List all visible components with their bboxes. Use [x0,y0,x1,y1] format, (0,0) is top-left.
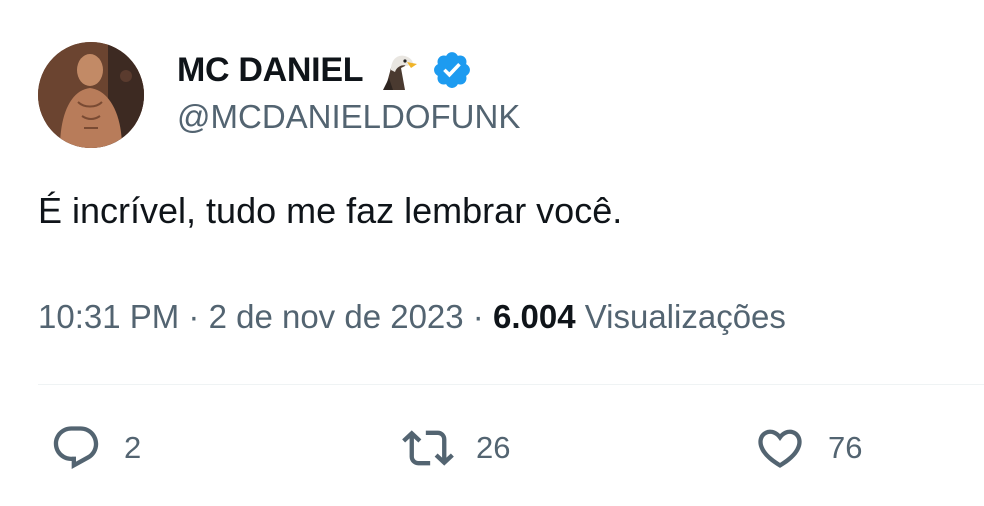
author-handle[interactable]: @MCDANIELDOFUNK [177,98,520,136]
reply-count: 2 [124,430,142,465]
author-display-name[interactable]: MC DANIEL [177,51,363,90]
verified-badge-icon[interactable] [431,49,473,91]
meta-separator: · [179,298,209,335]
divider [38,384,984,385]
like-button[interactable]: 76 [754,420,862,476]
like-count: 76 [828,430,863,465]
tweet-date[interactable]: 2 de nov de 2023 [209,298,464,335]
retweet-button[interactable]: 26 [402,420,510,476]
tweet-meta: 10:31 PM · 2 de nov de 2023 · 6.004 Visu… [38,298,786,336]
views-label: Visualizações [575,298,786,335]
views-count: 6.004 [492,298,576,335]
heart-icon [754,422,806,474]
tweet-text: É incrível, tudo me faz lembrar você. [38,190,623,231]
retweet-count: 26 [476,430,511,465]
reply-icon [50,422,102,474]
avatar[interactable] [38,42,144,148]
author-name-row[interactable]: MC DANIEL [177,48,473,92]
tweet-time[interactable]: 10:31 PM [38,298,179,335]
reply-button[interactable]: 2 [50,420,141,476]
eagle-emoji-icon [375,48,419,92]
meta-separator: · [463,298,493,335]
retweet-icon [402,422,454,474]
